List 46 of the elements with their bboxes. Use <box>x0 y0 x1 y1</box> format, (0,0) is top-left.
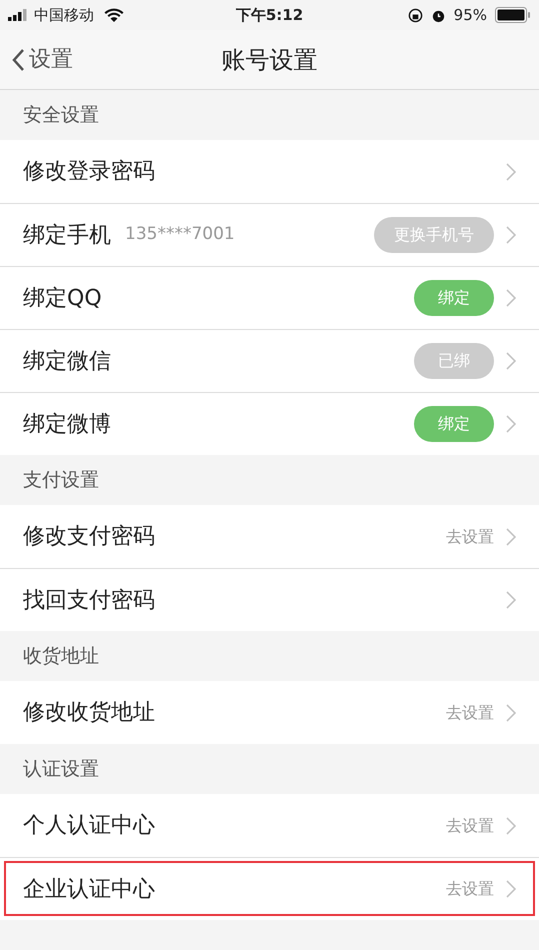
row-label: 修改登录密码 <box>23 158 155 186</box>
settings-row[interactable]: 修改登录密码 <box>0 140 539 203</box>
settings-row[interactable]: 绑定QQ 绑定 <box>0 266 539 329</box>
battery-icon <box>495 7 531 23</box>
chevron-icon <box>506 591 516 609</box>
settings-row[interactable]: 个人认证中心 去设置 <box>0 794 539 857</box>
chevron-icon <box>506 816 516 834</box>
section-header: 支付设置 <box>23 468 99 493</box>
chevron-icon <box>506 528 516 546</box>
row-value: 去设置 <box>446 702 494 724</box>
clock-text: 下午5:12 <box>236 4 304 26</box>
row-label: 绑定QQ <box>23 284 102 312</box>
chevron-icon <box>506 162 516 180</box>
row-label: 绑定微博 <box>23 410 111 438</box>
wifi-icon <box>104 8 124 22</box>
settings-row[interactable]: 修改收货地址 去设置 <box>0 681 539 744</box>
section-header: 认证设置 <box>23 756 99 782</box>
chevron-icon <box>506 226 516 244</box>
settings-row[interactable]: 绑定微博 绑定 <box>0 392 539 455</box>
row-value: 去设置 <box>446 878 494 900</box>
chevron-icon <box>506 415 516 433</box>
section-header: 安全设置 <box>23 102 99 128</box>
row-label: 修改收货地址 <box>23 699 155 727</box>
row-value: 去设置 <box>446 526 494 548</box>
chevron-icon <box>506 880 516 898</box>
battery-percent: 95% <box>454 4 487 26</box>
settings-row[interactable]: 企业认证中心 去设置 <box>0 857 539 920</box>
row-label: 修改支付密码 <box>23 523 155 551</box>
row-label: 个人认证中心 <box>23 812 155 840</box>
back-button[interactable]: 设置 <box>12 43 73 76</box>
chevron-icon <box>506 704 516 722</box>
settings-row[interactable]: 找回支付密码 <box>0 568 539 631</box>
row-label: 企业认证中心 <box>23 876 155 904</box>
row-value: 去设置 <box>446 814 494 836</box>
phone-number: 135****7001 <box>125 223 235 246</box>
page-title: 账号设置 <box>222 44 318 76</box>
back-chevron-icon <box>12 48 25 72</box>
rotation-lock-icon <box>408 8 423 22</box>
row-label: 绑定微信 <box>23 348 111 376</box>
row-label: 绑定手机 <box>23 222 111 250</box>
carrier-text: 中国移动 <box>34 4 94 26</box>
row-label: 找回支付密码 <box>23 586 155 614</box>
chevron-icon <box>506 352 516 370</box>
settings-row[interactable]: 修改支付密码 去设置 <box>0 505 539 568</box>
section-header: 收货地址 <box>23 644 99 669</box>
chevron-icon <box>506 289 516 307</box>
